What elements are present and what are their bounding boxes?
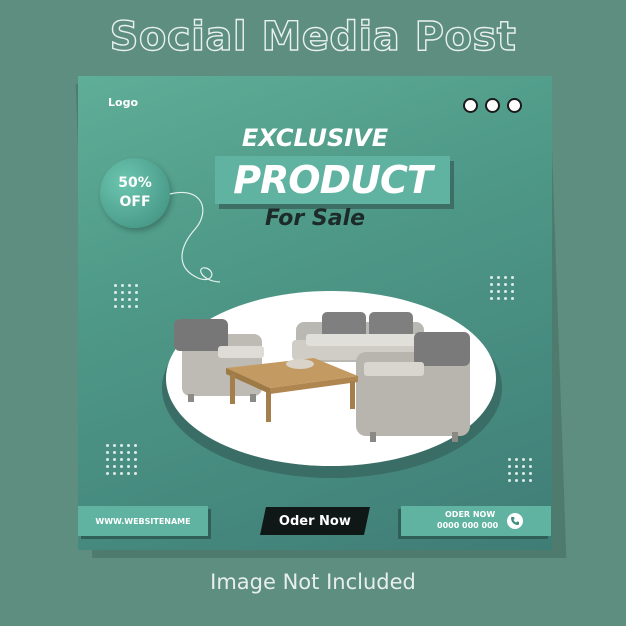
website-url[interactable]: WWW.WEBSITENAME	[95, 517, 190, 526]
page-title: Social Media Post	[109, 13, 517, 60]
left-armchair-shape	[174, 319, 264, 402]
phone-number[interactable]: 0000 000 000	[437, 521, 498, 530]
order-now-button[interactable]: Oder Now	[260, 507, 370, 535]
order-now-label: Oder Now	[279, 513, 351, 529]
phone-glyph	[511, 517, 519, 525]
phone-icon[interactable]	[507, 513, 523, 529]
order-label: ODER NOW	[445, 510, 496, 519]
image-caption: Image Not Included	[210, 570, 416, 594]
post-card: Logo EXCLUSIVE PRODUCT For Sale 50% OFF	[78, 76, 552, 550]
website-band: WWW.WEBSITENAME	[78, 506, 208, 536]
contact-band: ODER NOW 0000 000 000	[401, 506, 551, 536]
furniture-image	[174, 312, 470, 442]
